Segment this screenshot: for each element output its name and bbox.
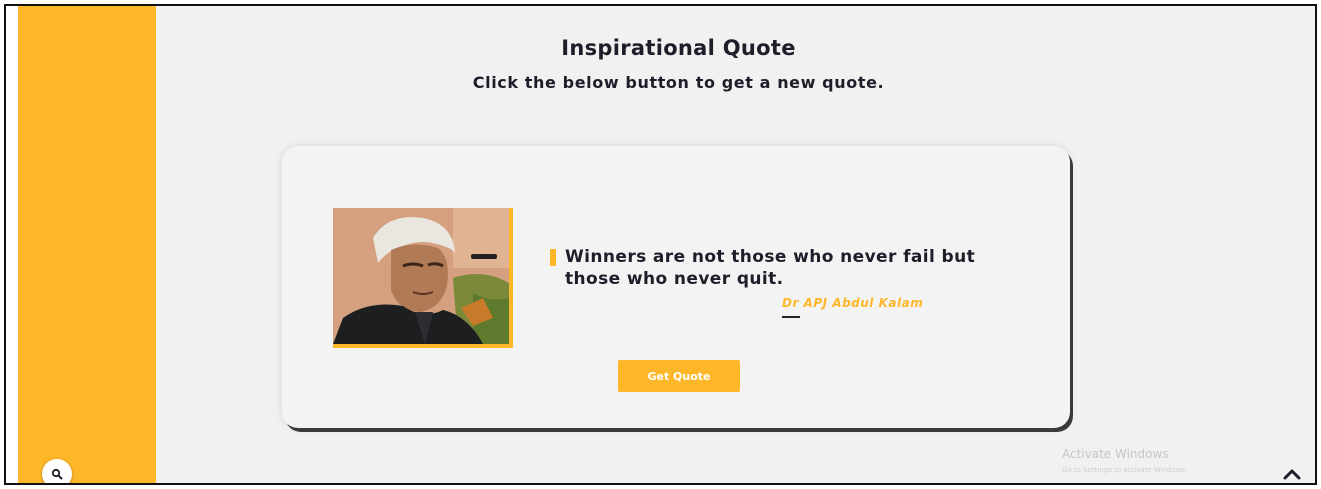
app-frame: Inspirational Quote Click the below butt… <box>4 4 1317 485</box>
quote-card: Winners are not those who never fail but… <box>282 146 1070 428</box>
scroll-to-top-button[interactable] <box>1278 460 1306 483</box>
author-portrait-image <box>333 208 509 344</box>
sidebar <box>18 6 156 483</box>
activate-windows-subtitle: Go to Settings to activate Windows. <box>1062 466 1188 474</box>
search-icon <box>51 468 63 480</box>
page-title: Inspirational Quote <box>561 36 796 60</box>
activate-windows-title: Activate Windows <box>1062 447 1169 461</box>
search-button[interactable] <box>42 459 72 483</box>
author-underline <box>782 316 800 318</box>
left-margin <box>6 6 18 483</box>
quote-author: Dr APJ Abdul Kalam <box>782 296 924 310</box>
quote-marker-icon <box>550 249 556 266</box>
chevron-up-icon <box>1283 469 1301 480</box>
get-quote-button[interactable]: Get Quote <box>618 360 740 392</box>
page-subtitle: Click the below button to get a new quot… <box>472 73 885 92</box>
author-photo <box>333 208 509 344</box>
author-photo-frame <box>333 208 513 348</box>
quote-text: Winners are not those who never fail but… <box>565 247 976 289</box>
